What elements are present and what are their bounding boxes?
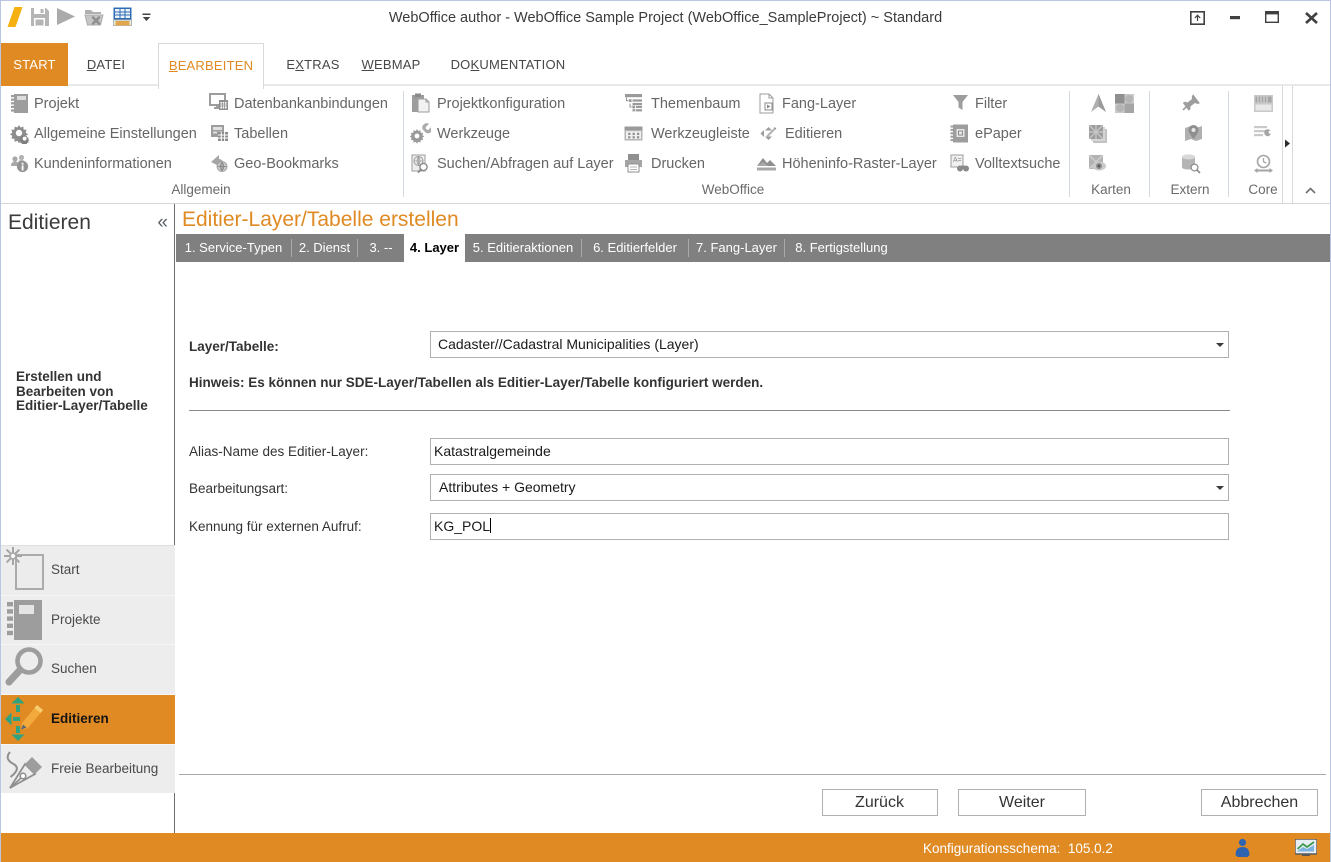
svg-text:A=: A= bbox=[953, 157, 962, 164]
